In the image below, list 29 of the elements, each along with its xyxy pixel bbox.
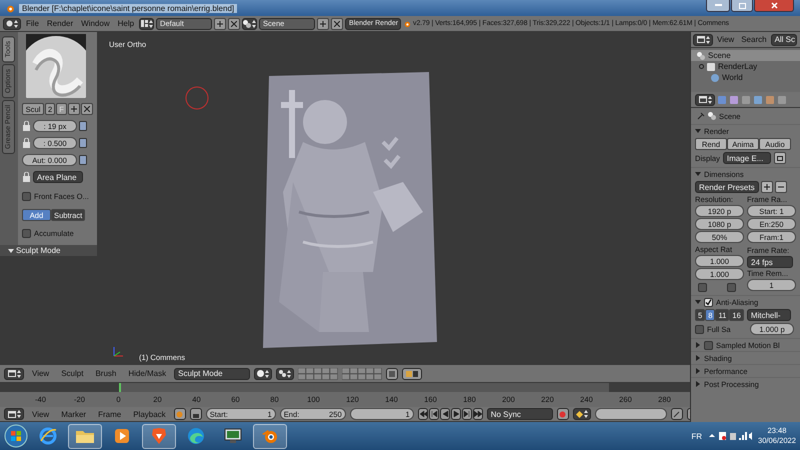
menu-item[interactable]: View [714, 35, 738, 44]
filter-dropdown[interactable]: Mitchell- [746, 309, 791, 321]
menu-item[interactable]: Marker [57, 410, 90, 418]
window-title: Blender [F:\chaplet\icone\saint personne romain\errig.blend] [19, 4, 238, 12]
display-dropdown[interactable]: Image E... [722, 152, 771, 164]
menu-item[interactable]: Help [114, 19, 138, 28]
tree-item[interactable]: Scene [691, 50, 800, 61]
frame-rate-dropdown[interactable]: 24 fps [747, 256, 793, 268]
menu-item[interactable]: View [28, 369, 54, 378]
menu-item[interactable]: Frame [94, 410, 126, 418]
menu-item[interactable]: File [23, 19, 42, 28]
menu-item[interactable]: Hide/Mask [124, 369, 170, 378]
menu-item[interactable]: Brush [91, 369, 120, 378]
mode-dropdown[interactable]: Sculpt Mode [174, 368, 250, 380]
menu-item[interactable]: Playback [129, 410, 170, 418]
menu-item[interactable]: Search [738, 35, 770, 44]
sculpt-plane-dropdown[interactable]: Area Plane [33, 171, 83, 183]
menu-item[interactable]: Window [78, 19, 113, 28]
sync-dropdown[interactable]: No Sync [486, 408, 553, 420]
menu-item[interactable]: Sculpt [57, 369, 88, 378]
tree-item[interactable]: World [691, 72, 800, 83]
menu-item[interactable]: Render [44, 19, 76, 28]
panel-title: Sculpt Mode [16, 246, 60, 255]
tree-item[interactable]: RenderLay [691, 61, 800, 72]
presets-dropdown[interactable]: Render Presets [695, 181, 759, 193]
language-indicator[interactable]: FR [691, 432, 702, 440]
menu-item[interactable]: View [28, 410, 54, 418]
panel-header[interactable]: Sculpt Mode [0, 245, 97, 256]
filter-dropdown[interactable]: All Sc [770, 34, 797, 46]
